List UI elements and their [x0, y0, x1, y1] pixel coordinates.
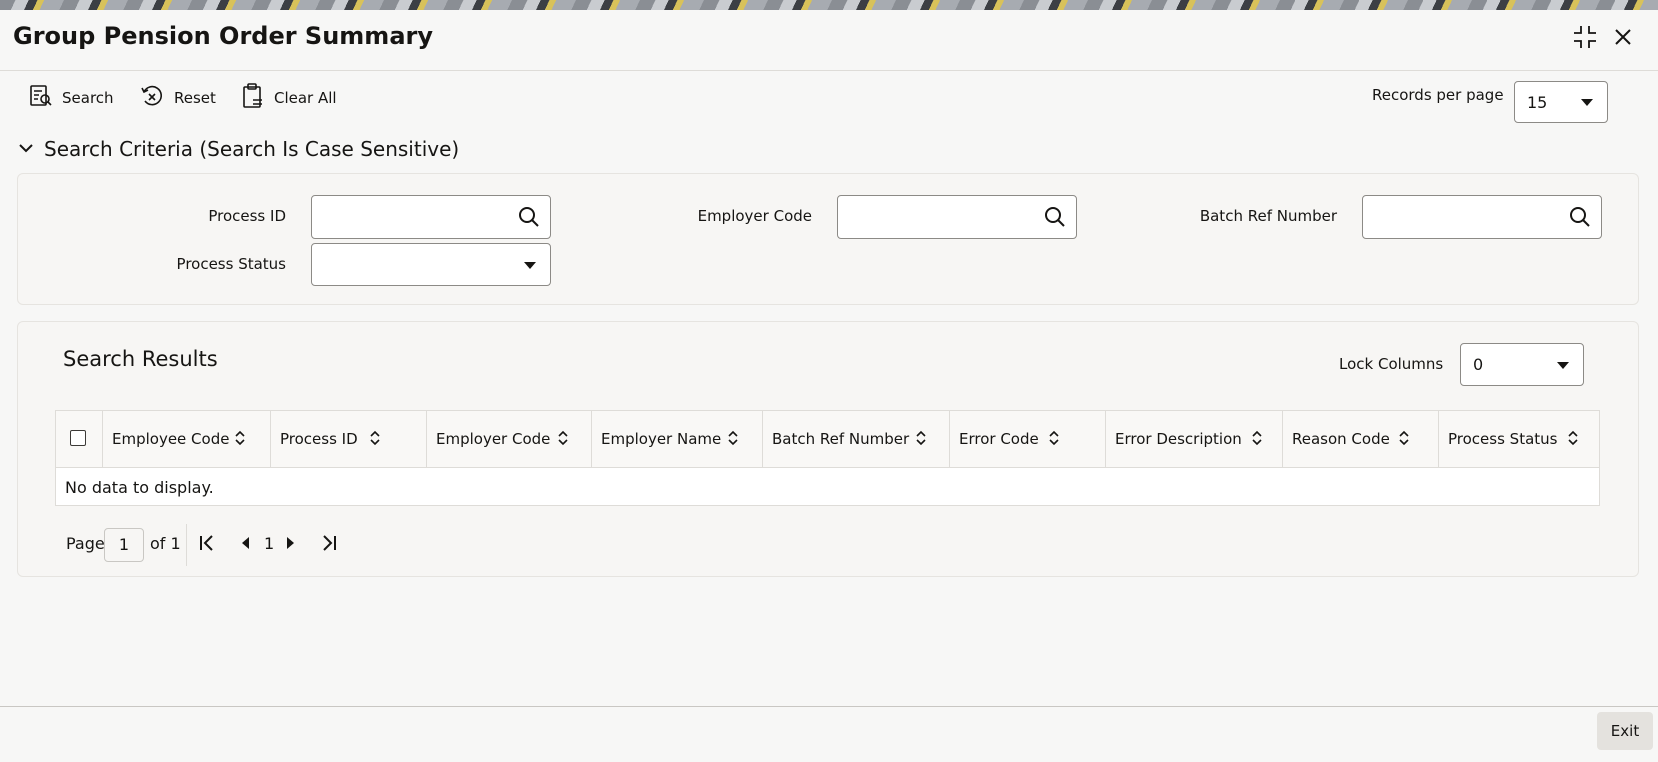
- chevron-down-icon: [18, 137, 34, 161]
- col-header-label: Employee Code: [112, 430, 230, 448]
- col-header-label: Error Code: [959, 430, 1039, 448]
- empty-message: No data to display.: [65, 478, 214, 497]
- batch-ref-number-label: Batch Ref Number: [1199, 207, 1337, 225]
- col-batch-ref-number[interactable]: Batch Ref Number: [763, 411, 950, 467]
- page-number-input[interactable]: 1: [104, 528, 144, 562]
- reset-button[interactable]: Reset: [140, 84, 216, 112]
- search-criteria-panel: [17, 173, 1639, 305]
- search-results-title: Search Results: [63, 347, 218, 371]
- col-header-label: Process Status: [1448, 430, 1558, 448]
- results-table: Employee Code Process ID Employer Code E…: [55, 410, 1600, 506]
- records-per-page-label: Records per page: [1372, 86, 1504, 104]
- sort-icon[interactable]: [1567, 430, 1579, 450]
- title-divider: [0, 70, 1658, 71]
- sort-icon[interactable]: [1048, 430, 1060, 450]
- next-page-icon[interactable]: [285, 534, 297, 556]
- search-button[interactable]: Search: [30, 84, 114, 112]
- process-id-label: Process ID: [208, 207, 286, 225]
- chevron-down-icon: [524, 261, 536, 269]
- clipboard-clear-icon: [242, 83, 264, 113]
- batch-ref-number-input[interactable]: [1362, 195, 1602, 239]
- col-header-label: Employer Code: [436, 430, 551, 448]
- col-employer-code[interactable]: Employer Code: [427, 411, 592, 467]
- col-header-label: Error Description: [1115, 430, 1242, 448]
- process-status-label: Process Status: [176, 255, 286, 273]
- sort-icon[interactable]: [234, 430, 246, 450]
- process-id-input[interactable]: [311, 195, 551, 239]
- pager-divider: [186, 524, 187, 566]
- magnifier-icon[interactable]: [518, 206, 540, 232]
- footer-divider: [0, 706, 1658, 707]
- col-error-code[interactable]: Error Code: [950, 411, 1106, 467]
- sort-icon[interactable]: [915, 430, 927, 450]
- chevron-down-icon: [1557, 361, 1569, 369]
- col-header-label: Employer Name: [601, 430, 722, 448]
- search-criteria-header: Search Criteria (Search Is Case Sensitiv…: [44, 137, 460, 161]
- page-title: Group Pension Order Summary: [13, 22, 433, 50]
- page-label: Page: [66, 534, 105, 553]
- records-per-page-select[interactable]: 15: [1514, 81, 1608, 123]
- chevron-down-icon: [1581, 99, 1593, 106]
- search-button-label: Search: [62, 89, 114, 107]
- clear-all-button[interactable]: Clear All: [242, 83, 337, 113]
- col-header-label: Process ID: [280, 430, 358, 448]
- col-header-label: Batch Ref Number: [772, 430, 910, 448]
- employer-code-label: Employer Code: [697, 207, 812, 225]
- select-all-checkbox[interactable]: [70, 430, 86, 446]
- page-indicator: 1: [264, 534, 275, 553]
- magnifier-icon[interactable]: [1569, 206, 1591, 232]
- reset-button-label: Reset: [174, 89, 216, 107]
- search-icon: [30, 84, 52, 112]
- magnifier-icon[interactable]: [1044, 206, 1066, 232]
- header-banner: [0, 0, 1658, 10]
- sort-icon[interactable]: [727, 430, 739, 450]
- employer-code-input[interactable]: [837, 195, 1077, 239]
- col-employer-name[interactable]: Employer Name: [592, 411, 763, 467]
- col-reason-code[interactable]: Reason Code: [1283, 411, 1439, 467]
- select-all-header: [56, 411, 103, 467]
- close-icon[interactable]: [1610, 24, 1636, 50]
- sort-icon[interactable]: [1251, 430, 1263, 450]
- process-status-select[interactable]: [311, 243, 551, 286]
- previous-page-icon[interactable]: [239, 534, 251, 556]
- records-per-page-value: 15: [1527, 92, 1548, 112]
- search-criteria-toggle[interactable]: Search Criteria (Search Is Case Sensitiv…: [18, 137, 459, 161]
- lock-columns-value: 0: [1473, 355, 1484, 374]
- col-error-description[interactable]: Error Description: [1106, 411, 1283, 467]
- clear-all-button-label: Clear All: [274, 89, 337, 107]
- sort-icon[interactable]: [369, 430, 381, 450]
- lock-columns-label: Lock Columns: [1339, 355, 1444, 373]
- col-employee-code[interactable]: Employee Code: [103, 411, 271, 467]
- exit-button[interactable]: Exit: [1597, 712, 1653, 750]
- last-page-icon[interactable]: [320, 534, 338, 556]
- col-process-status[interactable]: Process Status: [1439, 411, 1599, 467]
- reset-icon: [140, 84, 164, 112]
- col-process-id[interactable]: Process ID: [271, 411, 427, 467]
- header-divider: [56, 467, 1599, 468]
- sort-icon[interactable]: [557, 430, 569, 450]
- collapse-icon[interactable]: [1572, 24, 1598, 50]
- page-total-label: of 1: [150, 534, 181, 553]
- col-header-label: Reason Code: [1292, 430, 1390, 448]
- sort-icon[interactable]: [1398, 430, 1410, 450]
- lock-columns-select[interactable]: 0: [1460, 343, 1584, 386]
- first-page-icon[interactable]: [198, 534, 216, 556]
